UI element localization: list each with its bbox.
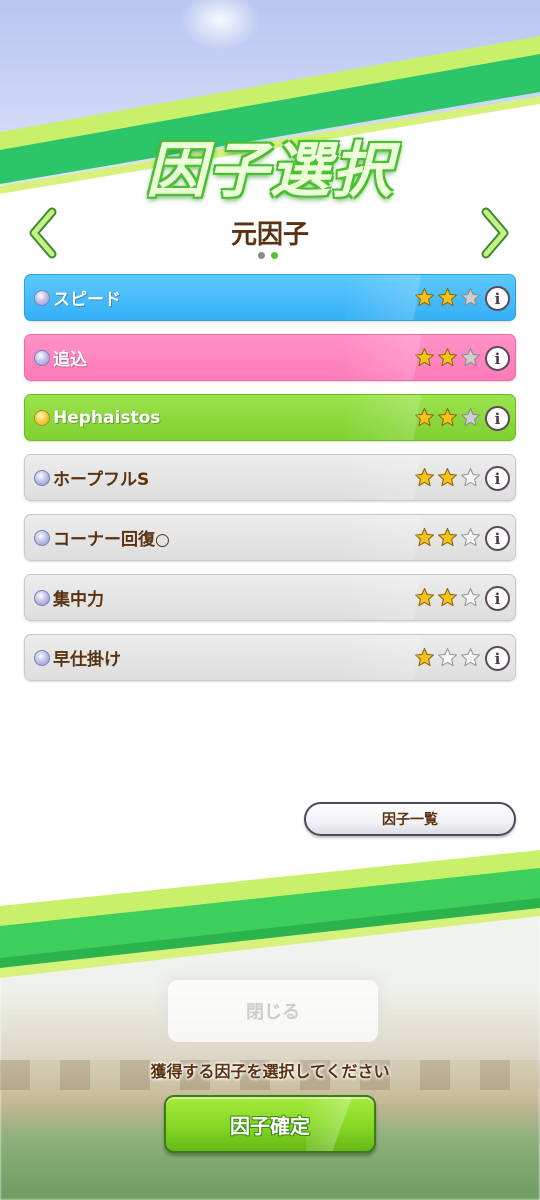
factor-bullet-icon bbox=[34, 289, 50, 306]
star-filled-icon bbox=[437, 407, 458, 427]
info-icon[interactable]: i bbox=[485, 466, 510, 491]
star-rating bbox=[414, 287, 481, 308]
star-empty-icon bbox=[460, 467, 481, 487]
factor-name: 追込 bbox=[53, 350, 87, 370]
factor-name: 集中力 bbox=[53, 590, 104, 610]
factor-list-button[interactable]: 因子一覧 bbox=[304, 802, 516, 836]
star-filled-icon bbox=[437, 347, 458, 367]
star-empty-icon bbox=[460, 287, 481, 307]
section-title: 元因子 bbox=[230, 220, 309, 250]
page-title: 因子選択 bbox=[146, 136, 394, 206]
confirm-button-label: 因子確定 bbox=[230, 1113, 310, 1138]
star-filled-icon bbox=[414, 347, 435, 367]
star-filled-icon bbox=[414, 407, 435, 427]
star-filled-icon bbox=[437, 527, 458, 547]
star-rating bbox=[414, 467, 481, 488]
star-filled-icon bbox=[414, 527, 435, 547]
factor-name: スピード bbox=[53, 290, 121, 310]
factor-row-concentration[interactable]: 集中力 i bbox=[24, 574, 516, 621]
factor-row-hephaistos[interactable]: Hephaistos i bbox=[24, 394, 516, 441]
page-dot bbox=[258, 252, 265, 259]
factor-bullet-icon bbox=[34, 469, 50, 486]
star-filled-icon bbox=[414, 587, 435, 607]
confirm-factor-button[interactable]: 因子確定 bbox=[164, 1095, 376, 1153]
factor-row-oikomi[interactable]: 追込 i bbox=[24, 334, 516, 381]
info-icon[interactable]: i bbox=[485, 286, 510, 311]
factor-bullet-icon bbox=[34, 529, 50, 546]
star-filled-icon bbox=[437, 467, 458, 487]
star-empty-icon bbox=[460, 347, 481, 367]
star-rating bbox=[414, 587, 481, 608]
star-filled-icon bbox=[414, 287, 435, 307]
info-icon[interactable]: i bbox=[485, 646, 510, 671]
page-indicator bbox=[258, 252, 278, 259]
star-filled-icon bbox=[414, 467, 435, 487]
star-empty-icon bbox=[460, 647, 481, 667]
star-rating bbox=[414, 527, 481, 548]
factor-bullet-icon bbox=[34, 349, 50, 366]
instruction-text: 獲得する因子を選択してください bbox=[150, 1062, 390, 1081]
factor-row-corner-recovery[interactable]: コーナー回復○ i bbox=[24, 514, 516, 561]
next-page-button[interactable] bbox=[478, 206, 512, 260]
page-dot-active bbox=[271, 252, 278, 259]
info-icon[interactable]: i bbox=[485, 586, 510, 611]
bottom-stripes bbox=[0, 850, 540, 978]
factor-name: Hephaistos bbox=[53, 407, 161, 428]
info-icon[interactable]: i bbox=[485, 526, 510, 551]
star-empty-icon bbox=[460, 587, 481, 607]
factor-bullet-icon bbox=[34, 409, 50, 426]
star-rating bbox=[414, 407, 481, 428]
factor-name: ホープフルS bbox=[53, 470, 150, 490]
factor-list: スピード i 追込 i Hephaistos i ホープフルS i コーナー回復… bbox=[24, 274, 516, 694]
star-filled-icon bbox=[437, 287, 458, 307]
factor-row-early-lead[interactable]: 早仕掛け i bbox=[24, 634, 516, 681]
info-icon[interactable]: i bbox=[485, 406, 510, 431]
factor-row-speed[interactable]: スピード i bbox=[24, 274, 516, 321]
star-empty-icon bbox=[460, 407, 481, 427]
star-empty-icon bbox=[437, 647, 458, 667]
star-rating bbox=[414, 647, 481, 668]
factor-name: コーナー回復○ bbox=[53, 530, 170, 550]
star-rating bbox=[414, 347, 481, 368]
star-filled-icon bbox=[437, 587, 458, 607]
factor-bullet-icon bbox=[34, 589, 50, 606]
star-empty-icon bbox=[460, 527, 481, 547]
info-icon[interactable]: i bbox=[485, 346, 510, 371]
factor-row-hopeful-s[interactable]: ホープフルS i bbox=[24, 454, 516, 501]
factor-name: 早仕掛け bbox=[53, 650, 121, 670]
chevron-right-icon bbox=[481, 207, 509, 259]
factor-bullet-icon bbox=[34, 649, 50, 666]
star-filled-icon bbox=[414, 647, 435, 667]
